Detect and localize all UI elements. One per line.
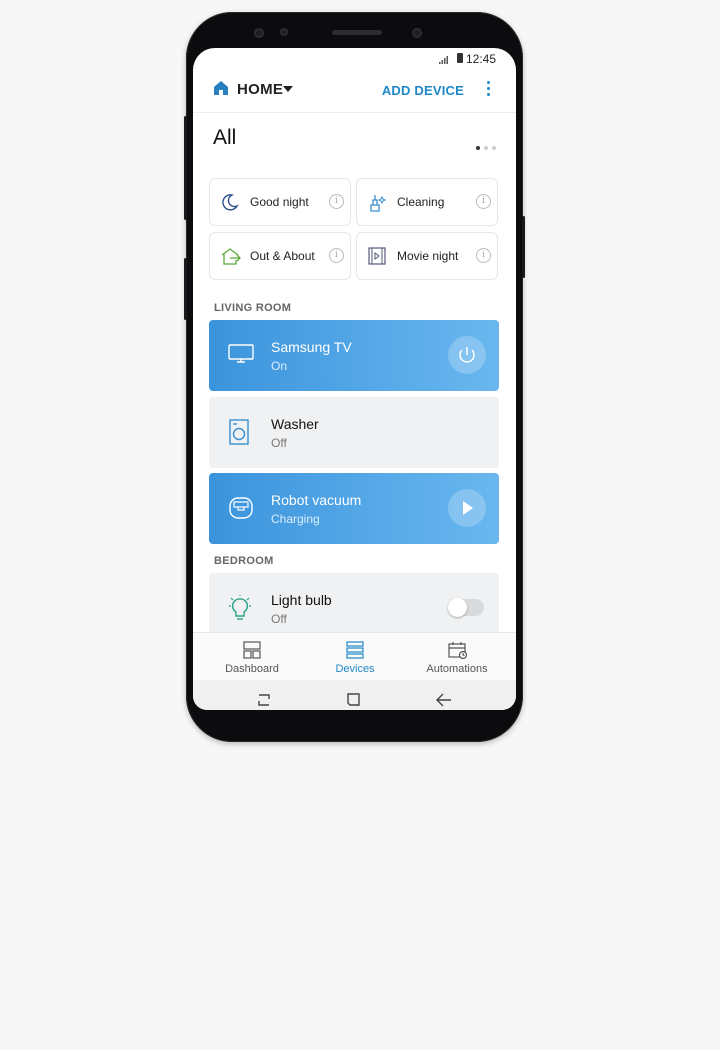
light-toggle[interactable]: [448, 598, 484, 617]
phone-frame: 12:45 HOME ADD DEVICE All Good night i C…: [184, 12, 525, 742]
broom-icon: [370, 195, 387, 212]
device-status: Off: [271, 612, 287, 626]
play-icon: [463, 501, 473, 515]
play-button[interactable]: [448, 489, 486, 527]
home-button-icon[interactable]: [346, 692, 362, 708]
device-status: On: [271, 359, 288, 373]
moon-icon: [222, 194, 239, 211]
page-title: All: [213, 126, 237, 149]
tab-label: Devices: [335, 663, 375, 675]
scene-out-and-about[interactable]: Out & About i: [209, 232, 351, 280]
status-bar: 12:45: [193, 48, 516, 70]
info-icon[interactable]: i: [476, 248, 491, 263]
scene-cleaning[interactable]: Cleaning i: [356, 178, 498, 226]
status-time: 12:45: [465, 52, 496, 66]
scene-good-night[interactable]: Good night i: [209, 178, 351, 226]
home-icon[interactable]: [213, 80, 229, 96]
info-icon[interactable]: i: [476, 194, 491, 209]
front-camera: [412, 28, 422, 38]
device-name: Light bulb: [271, 592, 332, 608]
tab-label: Automations: [426, 663, 488, 675]
room-label-living-room: LIVING ROOM: [214, 302, 292, 314]
washer-icon: [229, 419, 249, 445]
room-label-bedroom: BEDROOM: [214, 555, 274, 567]
scene-label: Cleaning: [397, 195, 445, 209]
scene-label: Out & About: [250, 249, 315, 263]
device-card-samsung-tv[interactable]: Samsung TV On: [209, 320, 499, 391]
scene-label: Good night: [250, 195, 309, 209]
volume-side-button: [184, 258, 187, 320]
device-name: Washer: [271, 416, 319, 432]
battery-icon: [457, 53, 463, 63]
page-indicator: [472, 137, 496, 155]
movie-icon: [368, 247, 386, 265]
power-side-button: [522, 216, 525, 278]
bixby-side-button: [184, 116, 187, 220]
scene-label: Movie night: [397, 249, 459, 263]
device-card-robot-vacuum[interactable]: Robot vacuum Charging: [209, 473, 499, 544]
device-name: Robot vacuum: [271, 492, 362, 508]
device-card-washer[interactable]: Washer Off: [209, 397, 499, 468]
toggle-knob: [448, 598, 467, 617]
scene-movie-night[interactable]: Movie night i: [356, 232, 498, 280]
leave-home-icon: [221, 248, 241, 265]
power-icon: [459, 347, 475, 363]
light-bulb-icon: [229, 595, 251, 620]
add-device-button[interactable]: ADD DEVICE: [382, 83, 464, 98]
device-name: Samsung TV: [271, 339, 352, 355]
device-status: Charging: [271, 512, 320, 526]
automations-icon: [448, 642, 468, 659]
devices-icon: [346, 641, 364, 659]
tab-automations[interactable]: Automations: [403, 633, 511, 681]
chevron-down-icon[interactable]: [283, 86, 293, 92]
iris-sensor: [254, 28, 264, 38]
recents-icon[interactable]: [255, 692, 273, 708]
power-button[interactable]: [448, 336, 486, 374]
tab-dashboard[interactable]: Dashboard: [198, 633, 306, 681]
tab-label: Dashboard: [225, 663, 279, 675]
robot-vacuum-icon: [229, 497, 253, 519]
proximity-sensor: [280, 28, 288, 36]
earpiece-speaker: [332, 30, 382, 35]
location-selector[interactable]: HOME: [237, 81, 283, 98]
signal-icon: [439, 56, 448, 64]
dashboard-icon: [243, 641, 261, 659]
app-header: HOME ADD DEVICE: [193, 70, 516, 113]
system-navigation-bar: [193, 680, 516, 710]
info-icon[interactable]: i: [329, 248, 344, 263]
tv-icon: [228, 344, 254, 363]
more-options-icon[interactable]: [487, 81, 491, 99]
bottom-tab-bar: Dashboard Devices Automations: [193, 632, 516, 681]
device-status: Off: [271, 436, 287, 450]
app-screen: 12:45 HOME ADD DEVICE All Good night i C…: [193, 48, 516, 710]
tab-devices[interactable]: Devices: [301, 633, 409, 681]
info-icon[interactable]: i: [329, 194, 344, 209]
back-icon[interactable]: [435, 692, 453, 708]
